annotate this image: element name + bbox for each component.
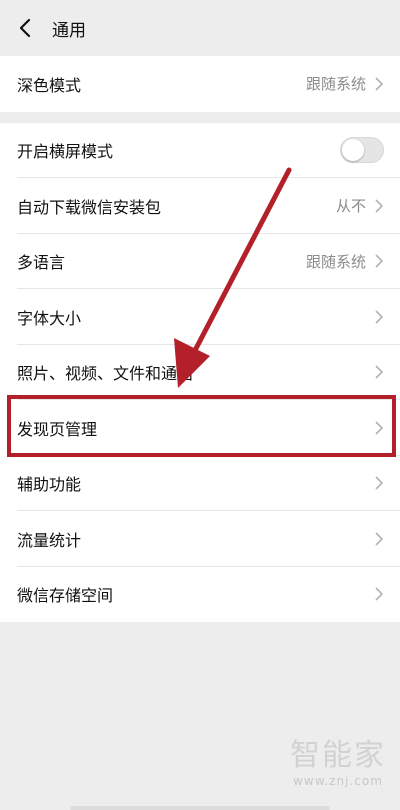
toggle-knob bbox=[342, 139, 364, 162]
chevron-right-icon bbox=[374, 586, 384, 602]
chevron-right-icon bbox=[374, 76, 384, 92]
chevron-right-icon bbox=[374, 420, 384, 436]
auto-download-value: 从不 bbox=[335, 197, 366, 216]
font-size-label: 字体大小 bbox=[17, 308, 82, 328]
settings-general-page: 通用 深色模式 跟随系统 开启横屏模式 自动下载微信安装包 从不 多语言 跟随系… bbox=[0, 0, 400, 810]
language-value: 跟随系统 bbox=[305, 252, 366, 271]
font-size-row[interactable]: 字体大小 bbox=[0, 289, 400, 345]
storage-row[interactable]: 微信存储空间 bbox=[0, 567, 400, 623]
media-files-calls-row[interactable]: 照片、视频、文件和通话 bbox=[0, 345, 400, 401]
nav-bar: 通用 bbox=[0, 0, 400, 56]
chevron-right-icon bbox=[374, 309, 384, 325]
chevron-right-icon bbox=[374, 531, 384, 547]
auto-download-row[interactable]: 自动下载微信安装包 从不 bbox=[0, 178, 400, 234]
chevron-right-icon bbox=[374, 364, 384, 380]
dark-mode-value: 跟随系统 bbox=[305, 75, 366, 94]
page-title: 通用 bbox=[52, 20, 86, 41]
media-files-calls-label: 照片、视频、文件和通话 bbox=[17, 364, 194, 384]
storage-label: 微信存储空间 bbox=[17, 586, 114, 606]
dark-mode-row[interactable]: 深色模式 跟随系统 bbox=[0, 56, 400, 112]
data-usage-label: 流量统计 bbox=[17, 530, 82, 550]
language-row[interactable]: 多语言 跟随系统 bbox=[0, 234, 400, 290]
chevron-right-icon bbox=[374, 253, 384, 269]
discover-management-row[interactable]: 发现页管理 bbox=[0, 400, 400, 456]
settings-group-display: 深色模式 跟随系统 bbox=[0, 56, 400, 112]
back-button[interactable] bbox=[12, 15, 38, 41]
settings-group-general: 开启横屏模式 自动下载微信安装包 从不 多语言 跟随系统 字体大小 照片、视频、… bbox=[0, 122, 400, 623]
data-usage-row[interactable]: 流量统计 bbox=[0, 511, 400, 567]
dark-mode-label: 深色模式 bbox=[17, 75, 82, 95]
accessibility-label: 辅助功能 bbox=[17, 475, 82, 495]
auto-download-label: 自动下载微信安装包 bbox=[17, 197, 162, 217]
landscape-mode-label: 开启横屏模式 bbox=[17, 142, 114, 162]
discover-management-label: 发现页管理 bbox=[17, 419, 98, 439]
watermark: 智能家 www.znj.com bbox=[290, 730, 386, 788]
chevron-left-icon bbox=[19, 18, 31, 38]
chevron-right-icon bbox=[374, 475, 384, 491]
accessibility-row[interactable]: 辅助功能 bbox=[0, 456, 400, 512]
watermark-logo: 智能家 bbox=[290, 738, 386, 773]
chevron-right-icon bbox=[374, 198, 384, 214]
home-indicator bbox=[70, 806, 330, 810]
landscape-mode-row: 开启横屏模式 bbox=[0, 123, 400, 179]
language-label: 多语言 bbox=[17, 253, 66, 273]
landscape-mode-toggle[interactable] bbox=[340, 137, 384, 164]
watermark-url: www.znj.com bbox=[293, 774, 383, 788]
